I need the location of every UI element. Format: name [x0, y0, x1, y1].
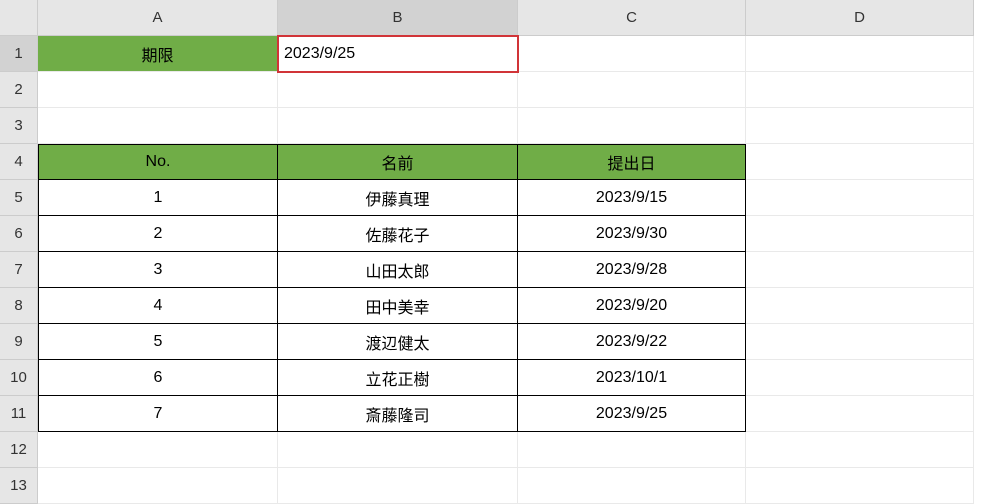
- cell-value: 立花正樹: [365, 366, 429, 390]
- cell-D13[interactable]: [746, 468, 974, 504]
- cell-B3[interactable]: [278, 108, 518, 144]
- spreadsheet-grid[interactable]: ABCD1期限2023/9/25234No.名前提出日51伊藤真理2023/9/…: [0, 0, 982, 504]
- column-header-C[interactable]: C: [518, 0, 746, 36]
- cell-value: 7: [154, 405, 163, 423]
- cell-D12[interactable]: [746, 432, 974, 468]
- cell-B2[interactable]: [278, 72, 518, 108]
- row-header-8[interactable]: 8: [0, 288, 38, 324]
- cell-B11[interactable]: 斎藤隆司: [278, 396, 518, 432]
- row-header-4[interactable]: 4: [0, 144, 38, 180]
- cell-C9[interactable]: 2023/9/22: [518, 324, 746, 360]
- cell-B6[interactable]: 佐藤花子: [278, 216, 518, 252]
- cell-D11[interactable]: [746, 396, 974, 432]
- row-header-2[interactable]: 2: [0, 72, 38, 108]
- cell-D8[interactable]: [746, 288, 974, 324]
- cell-C12[interactable]: [518, 432, 746, 468]
- cell-value: 期限: [141, 42, 173, 66]
- cell-B10[interactable]: 立花正樹: [278, 360, 518, 396]
- cell-C2[interactable]: [518, 72, 746, 108]
- cell-D9[interactable]: [746, 324, 974, 360]
- cell-C5[interactable]: 2023/9/15: [518, 180, 746, 216]
- cell-value: 佐藤花子: [365, 222, 429, 246]
- cell-A3[interactable]: [38, 108, 278, 144]
- row-header-13[interactable]: 13: [0, 468, 38, 504]
- cell-value: 提出日: [607, 150, 655, 174]
- cell-value: 5: [154, 333, 163, 351]
- cell-value: 田中美幸: [365, 294, 429, 318]
- column-header-B[interactable]: B: [278, 0, 518, 36]
- cell-value: 渡辺健太: [365, 330, 429, 354]
- cell-value: 2023/9/28: [596, 261, 667, 279]
- select-all-corner[interactable]: [0, 0, 38, 36]
- cell-D7[interactable]: [746, 252, 974, 288]
- row-header-5[interactable]: 5: [0, 180, 38, 216]
- cell-A11[interactable]: 7: [38, 396, 278, 432]
- cell-B4[interactable]: 名前: [278, 144, 518, 180]
- cell-B9[interactable]: 渡辺健太: [278, 324, 518, 360]
- cell-B8[interactable]: 田中美幸: [278, 288, 518, 324]
- cell-value: 山田太郎: [365, 258, 429, 282]
- cell-D4[interactable]: [746, 144, 974, 180]
- cell-C8[interactable]: 2023/9/20: [518, 288, 746, 324]
- cell-D2[interactable]: [746, 72, 974, 108]
- cell-value: 1: [154, 189, 163, 207]
- cell-B12[interactable]: [278, 432, 518, 468]
- row-header-11[interactable]: 11: [0, 396, 38, 432]
- cell-D5[interactable]: [746, 180, 974, 216]
- cell-A13[interactable]: [38, 468, 278, 504]
- cell-B1[interactable]: 2023/9/25: [278, 36, 518, 72]
- cell-C10[interactable]: 2023/10/1: [518, 360, 746, 396]
- row-header-12[interactable]: 12: [0, 432, 38, 468]
- cell-value: No.: [146, 153, 171, 171]
- cell-value: 2023/9/25: [284, 45, 355, 63]
- cell-A2[interactable]: [38, 72, 278, 108]
- cell-value: 2023/9/20: [596, 297, 667, 315]
- cell-value: 2023/9/22: [596, 333, 667, 351]
- cell-C6[interactable]: 2023/9/30: [518, 216, 746, 252]
- cell-value: 名前: [381, 150, 413, 174]
- row-header-7[interactable]: 7: [0, 252, 38, 288]
- cell-value: 6: [154, 369, 163, 387]
- cell-C3[interactable]: [518, 108, 746, 144]
- cell-value: 2023/10/1: [596, 369, 667, 387]
- cell-B5[interactable]: 伊藤真理: [278, 180, 518, 216]
- cell-value: 2023/9/15: [596, 189, 667, 207]
- cell-C11[interactable]: 2023/9/25: [518, 396, 746, 432]
- cell-A10[interactable]: 6: [38, 360, 278, 396]
- row-header-10[interactable]: 10: [0, 360, 38, 396]
- cell-D1[interactable]: [746, 36, 974, 72]
- cell-value: 3: [154, 261, 163, 279]
- cell-value: 2: [154, 225, 163, 243]
- row-header-9[interactable]: 9: [0, 324, 38, 360]
- cell-B13[interactable]: [278, 468, 518, 504]
- cell-A4[interactable]: No.: [38, 144, 278, 180]
- cell-A8[interactable]: 4: [38, 288, 278, 324]
- cell-C7[interactable]: 2023/9/28: [518, 252, 746, 288]
- cell-D10[interactable]: [746, 360, 974, 396]
- cell-D6[interactable]: [746, 216, 974, 252]
- row-header-1[interactable]: 1: [0, 36, 38, 72]
- cell-A7[interactable]: 3: [38, 252, 278, 288]
- cell-value: 2023/9/25: [596, 405, 667, 423]
- cell-B7[interactable]: 山田太郎: [278, 252, 518, 288]
- cell-value: 伊藤真理: [365, 186, 429, 210]
- cell-value: 4: [154, 297, 163, 315]
- cell-C13[interactable]: [518, 468, 746, 504]
- cell-A12[interactable]: [38, 432, 278, 468]
- row-header-6[interactable]: 6: [0, 216, 38, 252]
- cell-A6[interactable]: 2: [38, 216, 278, 252]
- column-header-D[interactable]: D: [746, 0, 974, 36]
- cell-C4[interactable]: 提出日: [518, 144, 746, 180]
- cell-value: 2023/9/30: [596, 225, 667, 243]
- cell-D3[interactable]: [746, 108, 974, 144]
- cell-C1[interactable]: [518, 36, 746, 72]
- cell-value: 斎藤隆司: [365, 402, 429, 426]
- cell-A9[interactable]: 5: [38, 324, 278, 360]
- cell-A1[interactable]: 期限: [38, 36, 278, 72]
- row-header-3[interactable]: 3: [0, 108, 38, 144]
- cell-A5[interactable]: 1: [38, 180, 278, 216]
- column-header-A[interactable]: A: [38, 0, 278, 36]
